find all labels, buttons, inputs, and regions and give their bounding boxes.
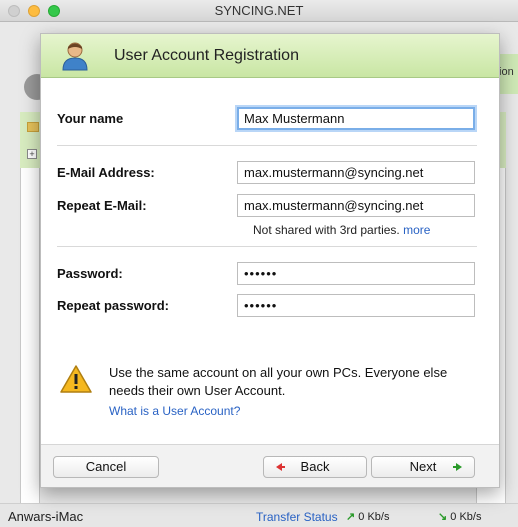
upload-arrow-icon: ↗ bbox=[346, 511, 356, 523]
privacy-more-link[interactable]: more bbox=[403, 223, 430, 237]
background-folder-panel bbox=[20, 112, 40, 512]
user-icon bbox=[62, 42, 88, 71]
folder-icon bbox=[27, 122, 39, 132]
window-titlebar: SYNCING.NET bbox=[0, 0, 518, 22]
minimize-window-button[interactable] bbox=[28, 5, 40, 17]
repeat-email-field[interactable]: max.mustermann@syncing.net bbox=[237, 194, 475, 217]
back-arrow-stem bbox=[281, 466, 285, 468]
dialog-footer: Cancel Back Next bbox=[41, 444, 499, 487]
host-name: Anwars-iMac bbox=[8, 509, 84, 524]
divider-2 bbox=[57, 246, 477, 247]
warning-text: Use the same account on all your own PCs… bbox=[109, 365, 448, 398]
next-button-label: Next bbox=[409, 459, 437, 474]
next-arrow-icon bbox=[456, 463, 462, 471]
download-rate: ↘ 0 Kb/s bbox=[438, 510, 481, 523]
registration-dialog: User Account Registration Your name Max … bbox=[40, 33, 500, 488]
divider-1 bbox=[57, 145, 477, 146]
privacy-note: Not shared with 3rd parties. more bbox=[253, 223, 430, 237]
repeat-password-label: Repeat password: bbox=[57, 298, 169, 313]
cancel-button[interactable]: Cancel bbox=[53, 456, 159, 478]
upload-rate: ↗ 0 Kb/s bbox=[346, 510, 389, 523]
dialog-title: User Account Registration bbox=[114, 47, 299, 64]
back-button-label: Back bbox=[300, 459, 330, 474]
close-window-button[interactable] bbox=[8, 5, 20, 17]
next-button[interactable]: Next bbox=[371, 456, 475, 478]
dialog-header: User Account Registration bbox=[41, 34, 499, 78]
maximize-window-button[interactable] bbox=[48, 5, 60, 17]
name-field[interactable]: Max Mustermann bbox=[237, 107, 475, 130]
password-field[interactable]: •••••• bbox=[237, 262, 475, 285]
name-label: Your name bbox=[57, 111, 124, 126]
upload-rate-value: 0 Kb/s bbox=[358, 511, 390, 523]
privacy-note-text: Not shared with 3rd parties. bbox=[253, 223, 400, 237]
what-is-user-account-link[interactable]: What is a User Account? bbox=[109, 404, 240, 418]
status-bar: Anwars-iMac Transfer Status ↗ 0 Kb/s ↘ 0… bbox=[0, 503, 518, 527]
back-button[interactable]: Back bbox=[263, 456, 367, 478]
background-panel-header bbox=[20, 112, 40, 168]
expand-plus-icon[interactable]: + bbox=[27, 149, 37, 159]
window-title: SYNCING.NET bbox=[214, 3, 304, 18]
repeat-password-field[interactable]: •••••• bbox=[237, 294, 475, 317]
download-rate-value: 0 Kb/s bbox=[450, 511, 482, 523]
email-field[interactable]: max.mustermann@syncing.net bbox=[237, 161, 475, 184]
password-label: Password: bbox=[57, 266, 123, 281]
email-label: E-Mail Address: bbox=[57, 165, 155, 180]
download-arrow-icon: ↘ bbox=[438, 511, 448, 523]
transfer-status-link[interactable]: Transfer Status bbox=[256, 510, 338, 524]
warning-icon bbox=[60, 365, 92, 393]
repeat-email-label: Repeat E-Mail: bbox=[57, 198, 147, 213]
